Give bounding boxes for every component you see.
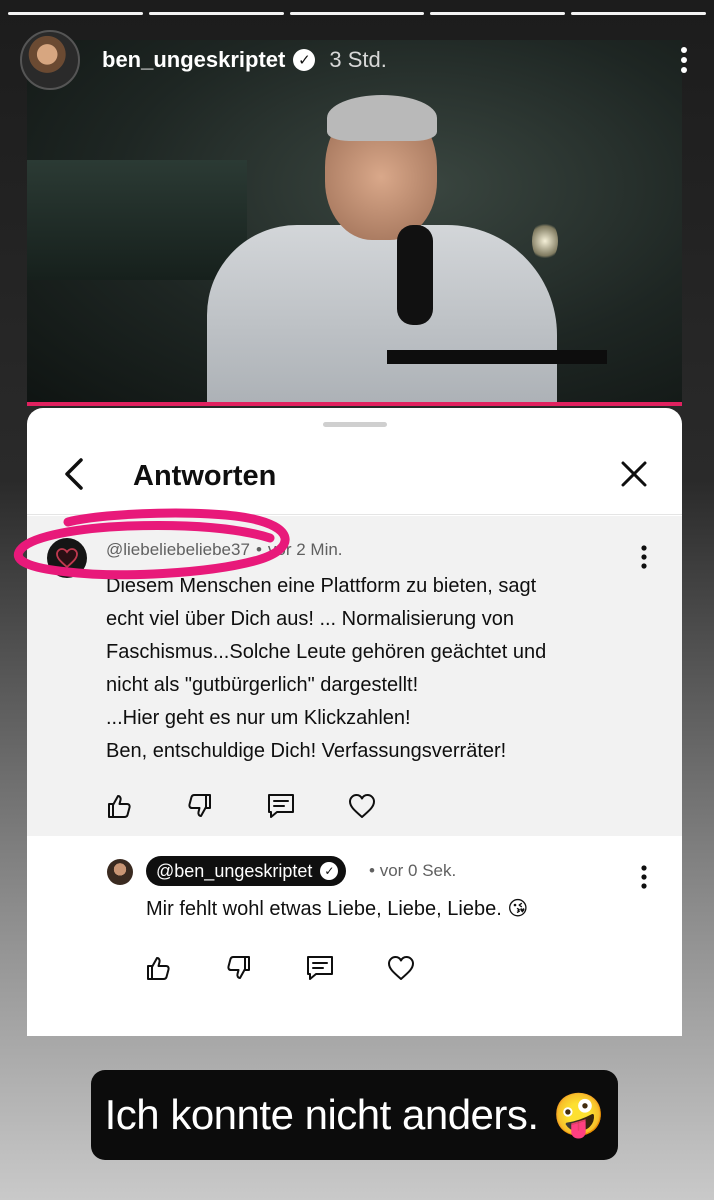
comment-line: echt viel über Dich aus! ... Normalisier… xyxy=(106,608,514,630)
comment-author[interactable]: @liebeliebeliebe3 xyxy=(106,540,240,559)
reply-text: Mir fehlt wohl etwas Liebe, Liebe, Liebe… xyxy=(146,896,528,921)
reply-author: @ben_ungeskriptet xyxy=(156,860,313,881)
comment: @liebeliebeliebe37 • vor 2 Min. Diesem Men… xyxy=(27,516,682,836)
verified-icon: ✓ xyxy=(293,49,316,71)
verified-icon: ✓ xyxy=(320,862,339,880)
story-progress xyxy=(8,12,706,15)
story-username[interactable]: ben_ungeskriptet xyxy=(102,47,285,73)
comment-time: vor 2 Min. xyxy=(267,540,343,559)
reply-actions xyxy=(138,948,421,988)
more-vert-icon[interactable] xyxy=(674,46,694,74)
close-button[interactable] xyxy=(614,454,654,494)
heart-icon xyxy=(388,956,414,980)
video-lamp xyxy=(532,220,558,262)
progress-segment xyxy=(571,12,706,15)
comment-more-button[interactable] xyxy=(640,544,652,570)
more-vert-icon xyxy=(641,865,647,889)
close-icon xyxy=(621,461,647,487)
story-header: ben_ungeskriptet ✓ 3 Std. xyxy=(20,30,694,90)
more-vert-icon xyxy=(641,545,647,569)
reply-meta: • vor 0 Sek. xyxy=(369,861,456,881)
heart-icon xyxy=(349,794,375,818)
dislike-icon xyxy=(227,956,250,979)
comment-line: Faschismus...Solche Leute gehören geächt… xyxy=(106,641,547,663)
zany-face-emoji: 🤪 xyxy=(552,1090,605,1138)
heart-button[interactable] xyxy=(381,948,421,988)
progress-segment xyxy=(8,12,143,15)
like-icon xyxy=(147,957,170,980)
caption-text: Ich konnte nicht anders. xyxy=(104,1091,539,1138)
progress-segment xyxy=(289,12,425,15)
separator: • xyxy=(369,861,375,880)
comment-text: Diesem Menschen eine Plattform zu bieten… xyxy=(106,570,646,768)
video-shelf xyxy=(27,160,247,280)
comment-line: Diesem Menschen eine Plattform zu bieten… xyxy=(106,575,537,597)
reply-button[interactable] xyxy=(261,786,301,826)
progress-segment xyxy=(430,12,566,15)
comment-actions xyxy=(99,786,382,826)
back-button[interactable] xyxy=(57,454,97,494)
like-icon xyxy=(108,795,131,818)
dislike-button[interactable] xyxy=(180,786,220,826)
comment-line: ...Hier geht es nur um Klickzahlen! xyxy=(106,707,411,729)
back-arrow-icon xyxy=(65,458,83,490)
sheet-title: Antworten xyxy=(133,460,277,492)
kiss-emoji: 😘 xyxy=(507,898,529,920)
sheet-handle[interactable] xyxy=(323,422,387,427)
reply-button[interactable] xyxy=(300,948,340,988)
reply-message: Mir fehlt wohl etwas Liebe, Liebe, Liebe… xyxy=(146,898,502,920)
heart-button[interactable] xyxy=(342,786,382,826)
video-thumbnail[interactable] xyxy=(27,40,682,406)
video-progress-bar xyxy=(27,402,682,406)
divider xyxy=(27,514,682,515)
video-person-body xyxy=(207,225,557,406)
comment-line: Ben, entschuldige Dich! Verfassungsverrä… xyxy=(106,740,507,762)
microphone xyxy=(397,225,433,325)
progress-segment xyxy=(148,12,284,15)
reply-comment: @ben_ungeskriptet ✓ • vor 0 Sek. Mir fehl… xyxy=(27,836,682,1036)
mic-arm xyxy=(387,350,607,364)
reply-author-chip[interactable]: @ben_ungeskriptet ✓ xyxy=(146,856,347,886)
reply-avatar[interactable] xyxy=(107,859,133,885)
sheet-header: Antworten xyxy=(27,450,682,500)
comment-author-suffix: 7 xyxy=(240,540,250,559)
story-caption: Ich konnte nicht anders. 🤪 xyxy=(91,1070,618,1160)
replies-sheet: Antworten @liebeliebeliebe37 • vor 2 Min. … xyxy=(27,408,682,1036)
comment-line: nicht als "gutbürgerlich" dargestellt! xyxy=(106,674,419,696)
reply-more-button[interactable] xyxy=(640,864,652,890)
like-button[interactable] xyxy=(99,786,139,826)
like-button[interactable] xyxy=(138,948,178,988)
comment-meta: @liebeliebeliebe37 • vor 2 Min. xyxy=(106,540,343,560)
dislike-icon xyxy=(188,794,211,817)
separator: • xyxy=(255,540,262,559)
reply-time: vor 0 Sek. xyxy=(379,861,457,880)
heart-avatar-icon xyxy=(56,548,78,569)
reply-icon xyxy=(268,794,294,818)
story-time: 3 Std. xyxy=(329,47,387,72)
dislike-button[interactable] xyxy=(219,948,259,988)
story-avatar[interactable] xyxy=(20,30,80,90)
video-person-hair xyxy=(327,95,437,141)
reply-icon xyxy=(307,956,333,980)
commenter-avatar[interactable] xyxy=(47,538,87,578)
